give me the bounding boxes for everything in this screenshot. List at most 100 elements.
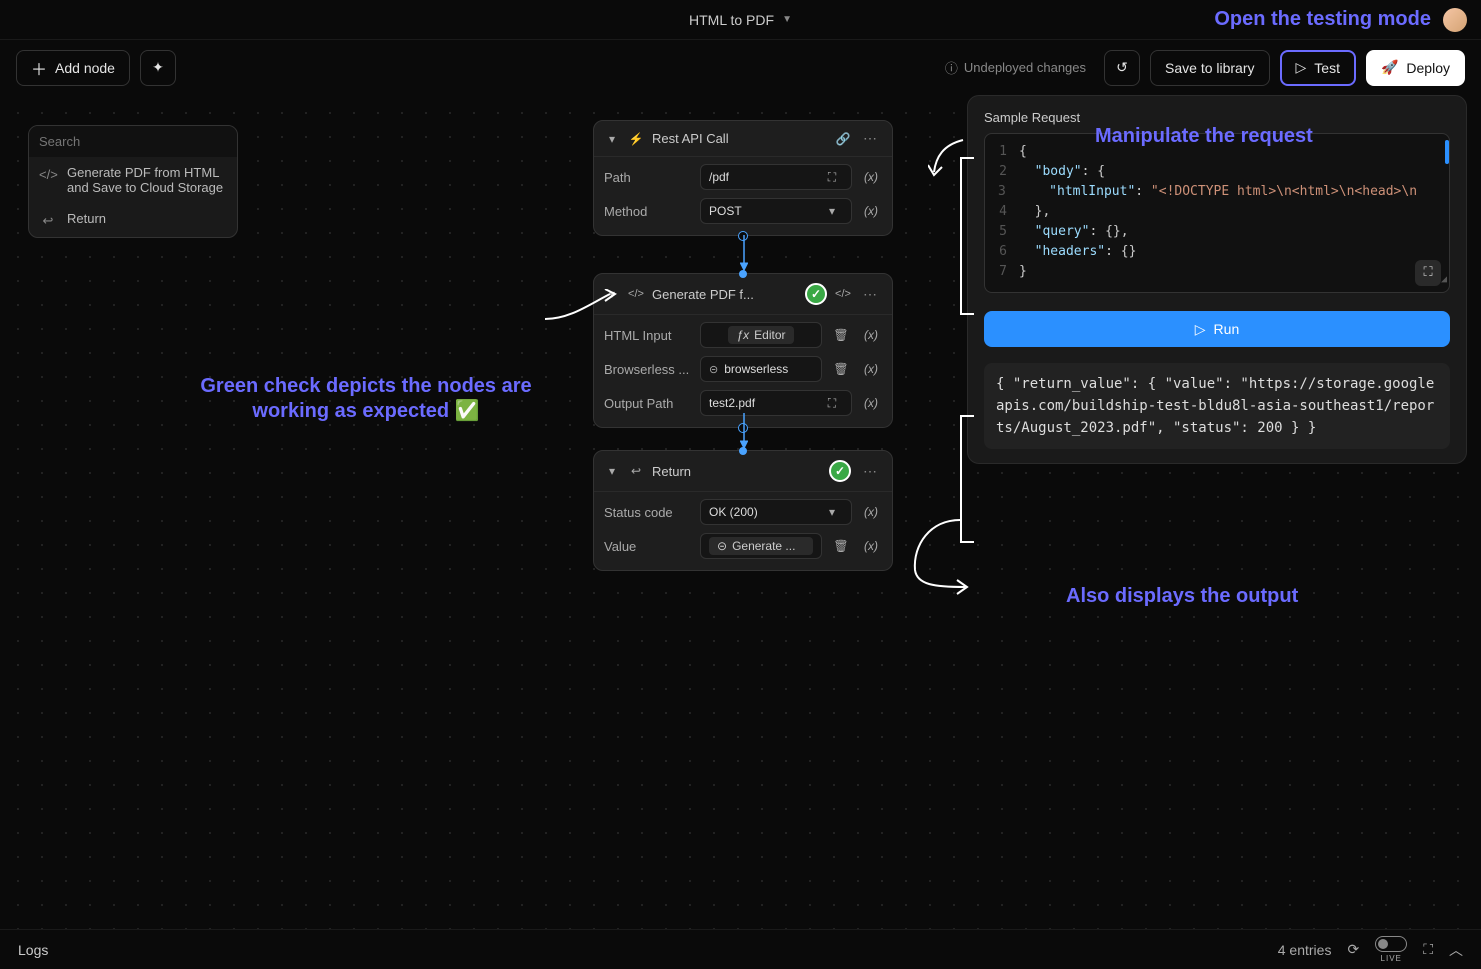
chevron-up-icon[interactable]: ︿ (1449, 940, 1463, 960)
play-icon: ▷ (1296, 59, 1307, 76)
annotation-manipulate: Manipulate the request (1095, 125, 1313, 148)
variable-picker-icon[interactable]: (x) (860, 392, 882, 414)
search-input[interactable] (29, 126, 237, 157)
workflow-title: HTML to PDF (689, 12, 774, 28)
field-label-browserless: Browserless ... (604, 362, 692, 377)
variable-picker-icon[interactable]: (x) (860, 535, 882, 557)
field-label-html-input: HTML Input (604, 328, 692, 343)
lightning-icon: ⚡ (628, 132, 644, 146)
field-label-path: Path (604, 170, 692, 185)
palette-item-label: Return (67, 211, 106, 226)
variable-picker-icon[interactable]: (x) (860, 200, 882, 222)
variable-picker-icon[interactable]: (x) (860, 358, 882, 380)
link-key-icon: ⊝ (709, 363, 718, 376)
field-label-value: Value (604, 539, 692, 554)
node-title: Generate PDF f... (652, 287, 797, 302)
run-button[interactable]: ▷ Run (984, 311, 1450, 347)
code-line: }, (1019, 202, 1050, 222)
code-icon[interactable]: </> (835, 288, 851, 300)
chevron-down-icon[interactable]: ▾ (821, 200, 843, 222)
resize-handle[interactable]: ◢ (1441, 270, 1447, 290)
live-label: LIVE (1381, 954, 1402, 963)
field-browserless-value: browserless (724, 362, 813, 376)
value-reference-chip: ⊝ Generate ... (709, 537, 813, 555)
node-menu[interactable]: ⋯ (859, 130, 882, 147)
trash-icon[interactable]: 🗑 (830, 535, 852, 557)
field-output-path[interactable]: test2.pdf ⛶ (700, 390, 852, 416)
variable-picker-icon[interactable]: (x) (860, 501, 882, 523)
refresh-icon[interactable]: ⟳ (1347, 941, 1359, 958)
annotation-output: Also displays the output (1066, 585, 1298, 608)
entries-count: 4 entries (1278, 942, 1332, 958)
magic-wand-icon: ✦ (152, 59, 164, 76)
return-icon: ↩ (628, 464, 644, 478)
test-button[interactable]: ▷ Test (1280, 50, 1356, 86)
chevron-down-icon[interactable]: ▾ (604, 464, 620, 478)
history-button[interactable]: ↺ (1104, 50, 1140, 86)
bracket-request (960, 157, 974, 315)
node-menu[interactable]: ⋯ (859, 286, 882, 303)
expand-icon[interactable]: ⛶ (821, 166, 843, 188)
deploy-label: Deploy (1406, 60, 1450, 76)
alert-icon: ⓘ (945, 58, 958, 77)
run-label: Run (1214, 321, 1240, 337)
expand-editor-button[interactable]: ⛶ (1415, 260, 1441, 286)
trash-icon[interactable]: 🗑 (830, 358, 852, 380)
chevron-down-icon[interactable]: ▾ (604, 287, 620, 301)
deploy-button[interactable]: 🚀 Deploy (1366, 50, 1465, 86)
chip-icon: ⊝ (717, 539, 727, 553)
save-to-library-button[interactable]: Save to library (1150, 50, 1269, 86)
chevron-down-icon[interactable]: ▾ (604, 132, 620, 146)
expand-icon[interactable]: ⛶ (821, 392, 843, 414)
success-check-icon: ✓ (805, 283, 827, 305)
chevron-down-icon[interactable]: ▾ (821, 501, 843, 523)
field-path[interactable]: /pdf ⛶ (700, 164, 852, 190)
code-line: "headers": {} (1019, 242, 1136, 262)
code-line: "query": {}, (1019, 222, 1129, 242)
add-node-button[interactable]: ＋ Add node (16, 50, 130, 86)
field-browserless[interactable]: ⊝ browserless (700, 356, 822, 382)
node-title: Return (652, 464, 821, 479)
field-value[interactable]: ⊝ Generate ... (700, 533, 822, 559)
canvas[interactable]: </> Generate PDF from HTML and Save to C… (0, 95, 1481, 929)
logs-label[interactable]: Logs (18, 942, 48, 958)
node-generate-pdf[interactable]: ▾ </> Generate PDF f... ✓ </> ⋯ HTML Inp… (593, 273, 893, 428)
undeployed-changes: ⓘ Undeployed changes (945, 58, 1086, 77)
rocket-icon: 🚀 (1381, 59, 1398, 76)
node-palette: </> Generate PDF from HTML and Save to C… (28, 125, 238, 238)
field-status[interactable]: OK (200) ▾ (700, 499, 852, 525)
node-rest-api-call[interactable]: ▾ ⚡ Rest API Call 🔗 ⋯ Path /pdf ⛶ (x) Me… (593, 120, 893, 236)
annotation-open-testing: Open the testing mode (1214, 8, 1431, 31)
variable-picker-icon[interactable]: (x) (860, 166, 882, 188)
variable-picker-icon[interactable]: (x) (860, 324, 882, 346)
ai-magic-button[interactable]: ✦ (140, 50, 176, 86)
code-line: } (1019, 262, 1027, 282)
avatar[interactable] (1443, 8, 1467, 32)
history-icon: ↺ (1116, 59, 1128, 76)
cursor-indicator (1445, 140, 1449, 164)
save-to-library-label: Save to library (1165, 60, 1254, 76)
request-code-editor[interactable]: 1{ 2 "body": { 3 "htmlInput": "<!DOCTYPE… (984, 133, 1450, 293)
chevron-down-icon[interactable]: ▼ (782, 14, 792, 25)
trash-icon[interactable]: 🗑 (830, 324, 852, 346)
field-status-value: OK (200) (709, 505, 815, 519)
palette-item-generate-pdf[interactable]: </> Generate PDF from HTML and Save to C… (29, 157, 237, 203)
node-return[interactable]: ▾ ↩ Return ✓ ⋯ Status code OK (200) ▾ (x… (593, 450, 893, 571)
plus-icon: ＋ (31, 56, 47, 80)
field-html-input[interactable]: ƒx Editor (700, 322, 822, 348)
field-output-path-value: test2.pdf (709, 396, 815, 410)
fullscreen-icon[interactable]: ⛶ (1423, 941, 1433, 958)
code-line: "htmlInput": "<!DOCTYPE html>\n<html>\n<… (1018, 182, 1441, 202)
node-menu[interactable]: ⋯ (859, 463, 882, 480)
live-toggle[interactable]: LIVE (1375, 936, 1407, 963)
field-method[interactable]: POST ▾ (700, 198, 852, 224)
value-reference-label: Generate ... (732, 539, 795, 553)
sample-request-title: Sample Request (984, 110, 1450, 125)
palette-item-return[interactable]: ↩ Return (29, 203, 237, 237)
code-line: "body": { (1019, 162, 1105, 182)
link-icon[interactable]: 🔗 (835, 132, 851, 146)
test-output: { "return_value": { "value": "https://st… (984, 363, 1450, 449)
logs-bar: Logs 4 entries ⟳ LIVE ⛶ ︿ (0, 929, 1481, 969)
editor-chip: ƒx Editor (728, 326, 793, 344)
palette-item-label: Generate PDF from HTML and Save to Cloud… (67, 165, 227, 195)
